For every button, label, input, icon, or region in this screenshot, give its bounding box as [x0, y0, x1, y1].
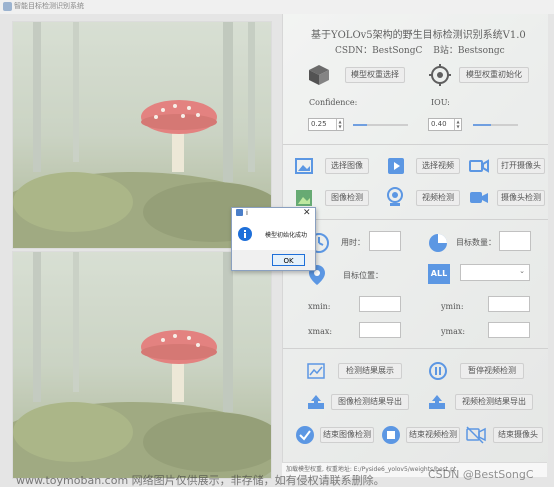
export-video-results-button[interactable]: 视频检测结果导出: [455, 394, 533, 410]
confidence-label: Confidence:: [309, 98, 358, 107]
bilibili-value: Bestsongc: [457, 46, 505, 56]
xmin-box: [359, 296, 401, 312]
csdn-label: CSDN：: [335, 46, 373, 56]
iou-label: IOU:: [431, 98, 450, 107]
ymax-box: [488, 322, 530, 338]
check-circle-icon: [296, 426, 314, 444]
confidence-value: 0.25: [311, 120, 327, 128]
csdn-watermark: CSDN @BestSongC: [428, 468, 534, 481]
mushroom-photo-result: [13, 252, 271, 478]
csdn-value: BestSongC: [372, 46, 423, 56]
result-image-view: [12, 251, 272, 479]
end-video-detect-button[interactable]: 结束视频检测: [406, 427, 460, 443]
end-image-detect-button[interactable]: 结束图像检测: [320, 427, 374, 443]
iou-slider[interactable]: [473, 124, 518, 126]
all-icon: ALL: [428, 264, 450, 284]
watermark-text: www.toymoban.com 网络图片仅供展示，非存储，如有侵权请联系删除。: [16, 474, 385, 487]
model-weight-select-button[interactable]: 模型权重选择: [345, 67, 405, 83]
iou-value: 0.40: [431, 120, 447, 128]
time-value-box: [369, 231, 401, 251]
cube-icon: [309, 65, 329, 85]
target-select-dropdown[interactable]: ⌄: [460, 264, 530, 281]
target-count-label: 目标数量：: [456, 238, 496, 247]
image-detect-icon: [296, 190, 312, 206]
target-position-label: 目标位置：: [343, 271, 383, 280]
end-camera-button[interactable]: 结束摄像头: [493, 427, 543, 443]
dialog-message: 模型初始化成功: [265, 232, 308, 239]
control-panel: 基于YOLOv5架构的野生目标检测识别系统V1.0 CSDN：BestSongC…: [282, 14, 548, 468]
select-image-button[interactable]: 选择图像: [325, 158, 369, 174]
divider: [283, 348, 548, 349]
ymin-label: ymin:: [441, 302, 464, 311]
info-icon: [238, 227, 252, 241]
dialog-body: 模型初始化成功: [232, 220, 315, 250]
ok-button[interactable]: OK: [272, 254, 305, 266]
upload-icon: [308, 395, 324, 409]
chevron-down-icon: ⌄: [519, 267, 525, 275]
xmin-label: xmin:: [308, 302, 331, 311]
divider: [283, 219, 548, 220]
bilibili-label: B站：: [433, 46, 458, 56]
info-dialog: i ✕ 模型初始化成功 OK: [231, 207, 316, 271]
confidence-spin-arrows[interactable]: ▲ ▼: [336, 119, 343, 130]
confidence-spinbox[interactable]: 0.25 ▲ ▼: [308, 118, 344, 131]
camera-detect-button[interactable]: 摄像头检测: [497, 190, 545, 206]
target-count-box: [499, 231, 531, 251]
camera-icon: [469, 159, 489, 173]
xmax-box: [359, 322, 401, 338]
camera-off-icon: [466, 426, 486, 444]
ymax-label: ymax:: [441, 327, 466, 336]
trend-chart-icon: [307, 363, 325, 379]
ymin-box: [488, 296, 530, 312]
author-line: CSDN：BestSongC B站：Bestsongc: [335, 43, 505, 56]
show-results-button[interactable]: 检测结果展示: [338, 363, 402, 379]
pause-video-button[interactable]: 暂停视频检测: [460, 363, 524, 379]
open-camera-button[interactable]: 打开摄像头: [497, 158, 545, 174]
pie-chart-icon: [429, 234, 447, 252]
confidence-slider[interactable]: [353, 124, 408, 126]
video-camera-icon: [470, 192, 488, 203]
time-label: 用时：: [341, 238, 365, 247]
export-image-results-button[interactable]: 图像检测结果导出: [331, 394, 409, 410]
close-icon[interactable]: ✕: [303, 208, 311, 218]
stop-circle-icon: [382, 426, 400, 444]
confidence-slider-fill: [353, 124, 367, 126]
dialog-titlebar: i ✕: [232, 208, 315, 220]
target-icon: [429, 64, 451, 86]
dialog-app-icon: [236, 209, 243, 216]
video-file-icon: [388, 158, 404, 174]
image-detect-button[interactable]: 图像检测: [325, 190, 369, 206]
divider: [283, 144, 548, 145]
window-titlebar: 智能目标检测识别系统: [0, 0, 554, 15]
pause-icon: [429, 362, 447, 380]
dialog-footer: OK: [232, 250, 315, 270]
app-title: 基于YOLOv5架构的野生目标检测识别系统V1.0: [311, 30, 526, 41]
app-icon: [3, 2, 12, 11]
video-detect-button[interactable]: 视频检测: [416, 190, 460, 206]
dialog-title: i: [246, 209, 248, 217]
window-title: 智能目标检测识别系统: [14, 2, 84, 10]
select-video-button[interactable]: 选择视频: [416, 158, 460, 174]
iou-spinbox[interactable]: 0.40 ▲ ▼: [428, 118, 462, 131]
iou-slider-fill: [473, 124, 491, 126]
model-weight-init-button[interactable]: 模型权重初始化: [459, 67, 529, 83]
iou-spin-arrows[interactable]: ▲ ▼: [454, 119, 461, 130]
xmax-label: xmax:: [308, 327, 333, 336]
upload-icon: [429, 395, 445, 409]
webcam-icon: [387, 187, 403, 206]
image-icon: [295, 158, 313, 174]
